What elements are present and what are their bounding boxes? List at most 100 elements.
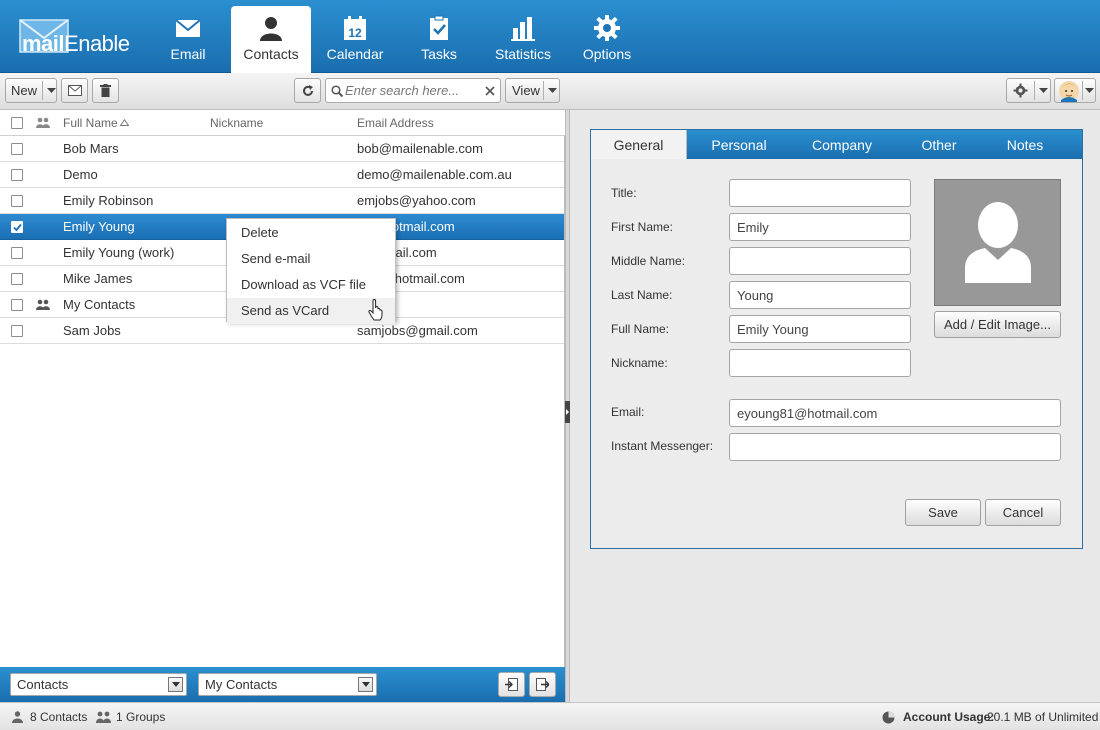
row-checkbox[interactable] xyxy=(11,195,23,207)
import-button[interactable] xyxy=(498,672,525,697)
chevron-down-icon xyxy=(172,682,180,687)
chevron-down-icon xyxy=(362,682,370,687)
nav-tab-tasks[interactable]: Tasks xyxy=(399,6,479,73)
contact-name: Emily Young xyxy=(63,219,135,234)
table-row[interactable]: Demo demo@mailenable.com.au xyxy=(0,162,564,188)
label-last-name: Last Name: xyxy=(611,288,673,302)
person-icon xyxy=(260,17,282,41)
select-all-checkbox[interactable] xyxy=(11,117,23,129)
pie-chart-icon xyxy=(882,711,895,724)
tab-other[interactable]: Other xyxy=(891,130,987,159)
dropdown-arrow xyxy=(358,677,373,692)
row-checkbox[interactable] xyxy=(11,325,23,337)
account-usage-label: Account Usage: xyxy=(903,710,995,724)
groups-count: 1 Groups xyxy=(116,710,166,724)
email-field[interactable] xyxy=(729,399,1061,427)
hand-cursor-icon xyxy=(368,299,383,321)
nav-tab-options[interactable]: Options xyxy=(567,6,647,73)
person-icon xyxy=(12,711,23,723)
delete-button[interactable] xyxy=(92,78,119,103)
logo-wordmark: mailEnable xyxy=(22,31,130,56)
settings-button[interactable] xyxy=(1006,78,1051,103)
collapse-arrow-icon xyxy=(565,401,570,423)
person-silhouette-icon xyxy=(965,202,1031,283)
context-menu: Delete Send e-mail Download as VCF file … xyxy=(226,218,396,324)
row-checkbox[interactable] xyxy=(11,169,23,181)
group-icon xyxy=(36,299,50,310)
view-button[interactable]: View xyxy=(505,78,560,103)
gear-icon xyxy=(1013,83,1028,98)
contact-name: My Contacts xyxy=(63,297,136,312)
row-checkbox[interactable] xyxy=(11,247,23,259)
nav-tab-contacts[interactable]: Contacts xyxy=(231,6,311,73)
row-checkbox-checked[interactable] xyxy=(11,221,23,233)
instant-messenger-field[interactable] xyxy=(729,433,1061,461)
contact-photo xyxy=(934,179,1061,306)
column-email-address[interactable]: Email Address xyxy=(357,116,434,130)
menu-item-send-email[interactable]: Send e-mail xyxy=(227,246,395,272)
calendar-icon: 12 xyxy=(344,16,366,40)
first-name-field[interactable] xyxy=(729,213,911,241)
tab-company[interactable]: Company xyxy=(794,130,890,159)
send-email-button[interactable] xyxy=(61,78,88,103)
checkmark-icon xyxy=(13,223,22,232)
avatar xyxy=(1059,80,1079,102)
row-checkbox[interactable] xyxy=(11,143,23,155)
column-full-name[interactable]: Full Name xyxy=(63,116,118,130)
column-nickname[interactable]: Nickname xyxy=(210,116,263,130)
contact-email: bob@mailenable.com xyxy=(357,141,483,156)
chevron-down-icon xyxy=(548,88,557,93)
group-select[interactable]: My Contacts xyxy=(198,673,377,696)
nickname-field[interactable] xyxy=(729,349,911,377)
refresh-button[interactable] xyxy=(294,78,321,103)
export-icon xyxy=(536,678,549,691)
row-checkbox[interactable] xyxy=(11,273,23,285)
account-usage-value: 20.1 MB of Unlimited xyxy=(987,710,1099,724)
detail-tabs: General Personal Company Other Notes xyxy=(591,130,1082,159)
nav-tab-email[interactable]: Email xyxy=(148,6,228,73)
add-edit-image-button[interactable]: Add / Edit Image... xyxy=(934,311,1061,338)
row-checkbox[interactable] xyxy=(11,299,23,311)
table-row[interactable]: Bob Mars bob@mailenable.com xyxy=(0,136,564,162)
pane-splitter[interactable] xyxy=(565,110,570,702)
contact-name: Emily Robinson xyxy=(63,193,154,208)
save-button[interactable]: Save xyxy=(905,499,981,526)
cancel-button[interactable]: Cancel xyxy=(985,499,1061,526)
menu-item-delete[interactable]: Delete xyxy=(227,220,395,246)
new-button[interactable]: New xyxy=(5,78,57,103)
clear-search-icon[interactable] xyxy=(485,86,495,96)
envelope-icon xyxy=(67,85,82,96)
chevron-down-icon xyxy=(47,88,56,93)
chevron-down-icon xyxy=(1085,88,1094,93)
menu-item-download-vcf[interactable]: Download as VCF file xyxy=(227,272,395,298)
export-button[interactable] xyxy=(529,672,556,697)
contact-list-footer: Contacts My Contacts xyxy=(0,667,565,702)
bar-chart-icon xyxy=(511,17,535,41)
contact-name: Demo xyxy=(63,167,98,182)
label-first-name: First Name: xyxy=(611,220,674,234)
last-name-field[interactable] xyxy=(729,281,911,309)
title-field[interactable] xyxy=(729,179,911,207)
toolbar: New View xyxy=(0,73,1100,110)
tab-notes[interactable]: Notes xyxy=(977,130,1073,159)
user-menu-button[interactable] xyxy=(1054,78,1096,103)
middle-name-field[interactable] xyxy=(729,247,911,275)
nav-tab-statistics[interactable]: Statistics xyxy=(483,6,563,73)
label-full-name: Full Name: xyxy=(611,322,670,336)
tab-general[interactable]: General xyxy=(591,130,687,159)
group-icon xyxy=(96,711,111,723)
top-navigation-bar: mailEnable Email Contacts 12 Calendar Ta xyxy=(0,0,1100,73)
contact-list-header: Full Name Nickname Email Address xyxy=(0,110,565,136)
nav-tab-calendar[interactable]: 12 Calendar xyxy=(315,6,395,73)
folder-select[interactable]: Contacts xyxy=(10,673,187,696)
search-box xyxy=(325,78,501,103)
tab-personal[interactable]: Personal xyxy=(691,130,787,159)
group-icon xyxy=(36,117,50,128)
search-input[interactable] xyxy=(345,82,483,99)
full-name-field[interactable] xyxy=(729,315,911,343)
contact-detail-card: General Personal Company Other Notes Tit… xyxy=(590,129,1083,549)
envelope-icon xyxy=(175,19,201,37)
contact-name: Sam Jobs xyxy=(63,323,121,338)
table-row[interactable]: Emily Robinson emjobs@yahoo.com xyxy=(0,188,564,214)
contact-email: samjobs@gmail.com xyxy=(357,323,478,338)
